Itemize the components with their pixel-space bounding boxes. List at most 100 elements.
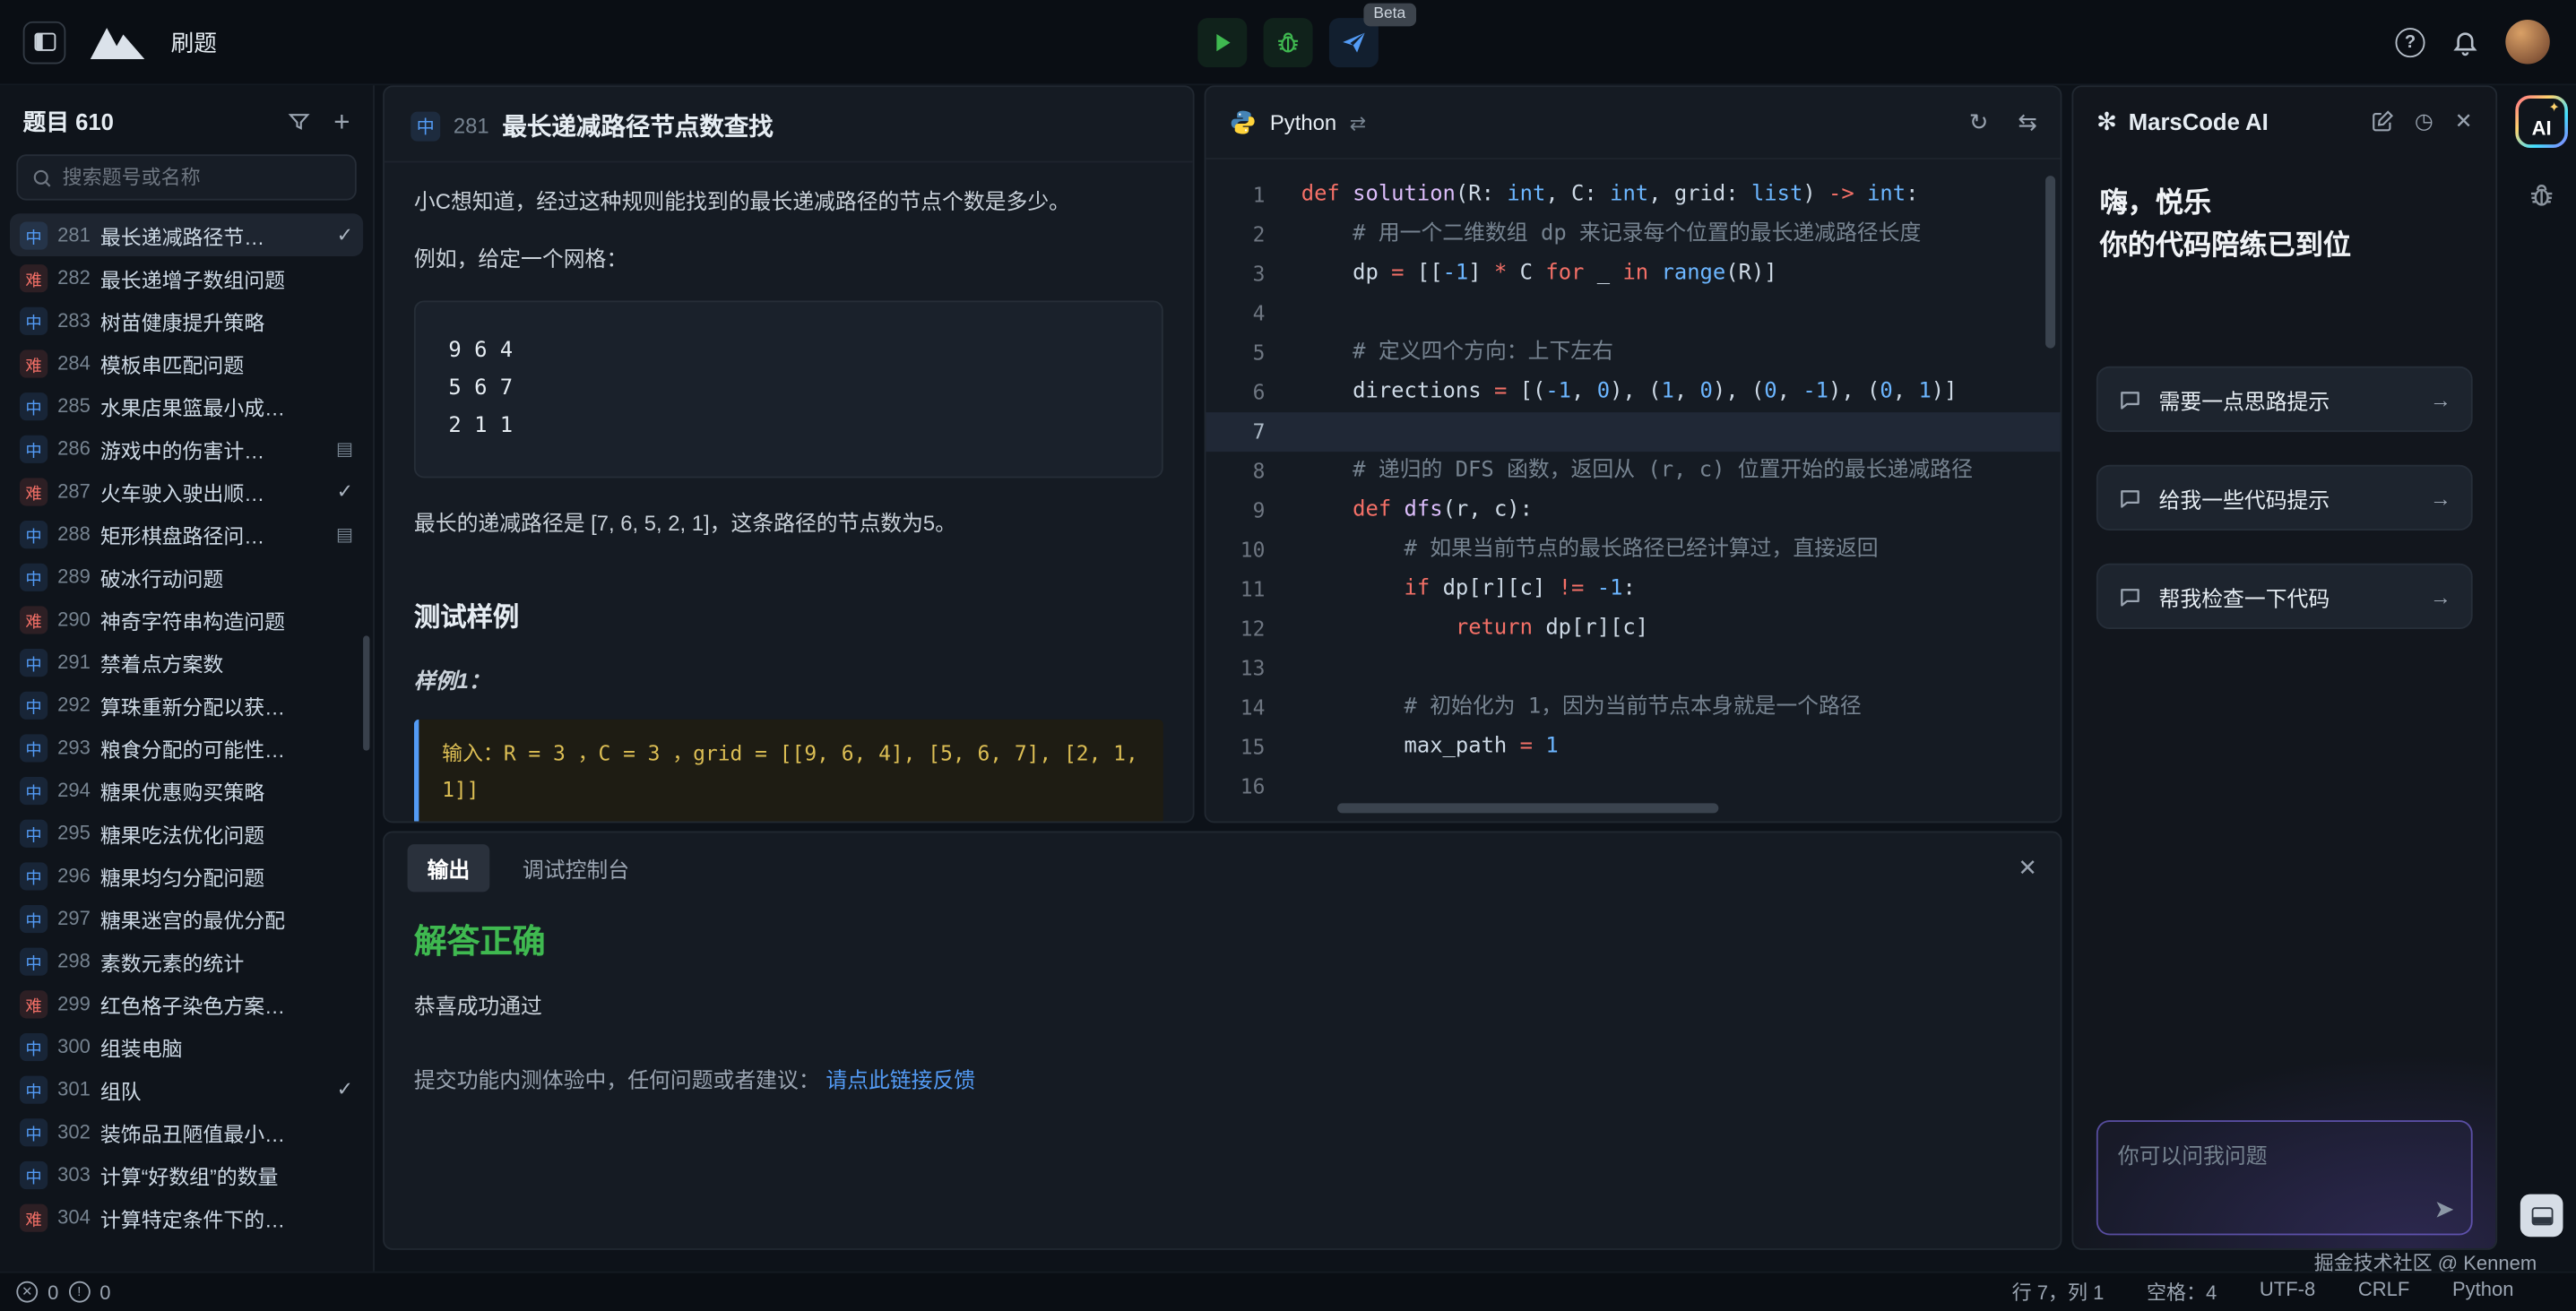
problem-list-item[interactable]: 难299红色格子染色方案… [10,982,363,1025]
problem-list-item[interactable]: 中289破冰行动问题 [10,556,363,599]
code-line[interactable]: 3 dp = [[-1] * C for _ in range(R)] [1206,254,2060,294]
problem-list-item[interactable]: 中288矩形棋盘路径问…▤ [10,513,363,556]
difficulty-badge: 中 [20,306,48,334]
ai-assistant-button[interactable]: ✦ AI [2515,95,2568,148]
status-bar: ✕ 0 ! 0 行 7，列 1 空格：4 UTF-8 CRLF Python [0,1272,2576,1311]
problem-id: 293 [57,736,91,759]
problem-list-item[interactable]: 中292算珠重新分配以获… [10,684,363,727]
close-icon[interactable]: ✕ [2018,853,2037,881]
filter-icon[interactable] [288,110,311,134]
python-icon [1229,108,1257,136]
editor-vertical-scrollbar[interactable] [2045,176,2055,348]
editor-header: Python ⇄ ↻ ⇆ [1206,87,2060,160]
problem-list-item[interactable]: 中295糖果吃法优化问题 [10,812,363,855]
ai-suggestion-card[interactable]: 给我一些代码提示→ [2096,465,2473,530]
send-icon[interactable]: ➤ [2433,1195,2454,1224]
reset-code-icon[interactable]: ↻ [1969,108,1989,136]
problem-title: 最长递减路径节… [100,220,327,251]
problem-header: 中 281 最长递减路径节点数查找 [385,87,1193,162]
code-line[interactable]: 15 max_path = 1 [1206,728,2060,767]
switch-language-icon[interactable]: ⇄ [1350,111,1366,134]
suggestion-label: 帮我检查一下代码 [2159,581,2414,612]
problem-title: 计算特定条件下的… [100,1202,353,1233]
code-line[interactable]: 10 # 如果当前节点的最长路径已经计算过，直接返回 [1206,530,2060,570]
warnings-icon: ! [68,1281,90,1303]
output-tabbar: 输出调试控制台 [408,843,650,891]
sidebar-scrollbar[interactable] [363,635,369,750]
note-icon: ▤ [336,523,353,545]
problem-list-item[interactable]: 难284模板串匹配问题 [10,341,363,384]
code-line[interactable]: 2 # 用一个二维数组 dp 来记录每个位置的最长递减路径长度 [1206,215,2060,254]
problem-list-item[interactable]: 中303计算“好数组”的数量 [10,1153,363,1196]
editor-code[interactable]: 1def solution(R: int, C: int, grid: list… [1206,160,2060,806]
problem-list-item[interactable]: 中283树苗健康提升策略 [10,299,363,342]
code-line[interactable]: 7 [1206,412,2060,452]
check-icon: ✓ [337,223,353,246]
problem-list-item[interactable]: 中302装饰品丑陋值最小… [10,1110,363,1153]
avatar[interactable] [2505,20,2549,64]
difficulty-badge: 难 [20,605,48,633]
ai-suggestion-card[interactable]: 帮我检查一下代码→ [2096,564,2473,629]
encoding[interactable]: UTF-8 [2260,1278,2315,1306]
search-input[interactable] [63,166,342,189]
code-line[interactable]: 14 # 初始化为 1，因为当前节点本身就是一个路径 [1206,688,2060,728]
code-line[interactable]: 4 [1206,294,2060,333]
output-header: 输出调试控制台 ✕ [385,832,2061,901]
debug-tool-icon[interactable] [2527,181,2556,211]
help-icon[interactable]: ? [2396,27,2425,56]
run-button[interactable] [1197,17,1247,66]
problem-list-item[interactable]: 中297糖果迷宫的最优分配 [10,897,363,940]
problem-list-item[interactable]: 中301组队✓ [10,1067,363,1110]
bug-icon [1275,29,1301,55]
result-title: 解答正确 [414,915,2031,962]
eol[interactable]: CRLF [2358,1278,2409,1306]
problem-list-item[interactable]: 中293粮食分配的可能性… [10,726,363,769]
problem-id: 289 [57,565,91,589]
problem-list-item[interactable]: 中286游戏中的伤害计…▤ [10,427,363,470]
code-line[interactable]: 16 [1206,767,2060,806]
problems-indicator[interactable]: ✕ 0 ! 0 [16,1281,110,1304]
problem-list-item[interactable]: 难304计算特定条件下的… [10,1195,363,1238]
problem-list-item[interactable]: 中298素数元素的统计 [10,939,363,982]
code-text [1301,412,2061,452]
notifications-icon[interactable] [2451,28,2479,56]
problem-list-item[interactable]: 难287火车驶入驶出顺…✓ [10,470,363,513]
feedback-link[interactable]: 请点此链接反馈 [826,1067,975,1091]
problem-list-item[interactable]: 难282最长递增子数组问题 [10,256,363,299]
code-line[interactable]: 1def solution(R: int, C: int, grid: list… [1206,176,2060,215]
language-mode[interactable]: Python [2452,1278,2513,1306]
add-problem-icon[interactable]: + [333,108,350,135]
line-number: 7 [1206,412,1301,452]
code-line[interactable]: 12 return dp[r][c] [1206,609,2060,649]
debug-button[interactable] [1264,17,1313,66]
problem-list-item[interactable]: 中291禁着点方案数 [10,641,363,684]
problem-list-item[interactable]: 中281最长递减路径节…✓ [10,213,363,256]
code-line[interactable]: 13 [1206,649,2060,688]
ai-suggestion-card[interactable]: 需要一点思路提示→ [2096,367,2473,432]
editor-horizontal-scrollbar[interactable] [1337,803,1718,813]
problem-list-item[interactable]: 中296糖果均匀分配问题 [10,854,363,897]
close-icon[interactable]: ✕ [2455,108,2473,134]
problem-list-item[interactable]: 中285水果店果篮最小成… [10,384,363,427]
cursor-position[interactable]: 行 7，列 1 [2012,1278,2105,1306]
code-line[interactable]: 8 # 递归的 DFS 函数，返回从 (r, c) 位置开始的最长递减路径 [1206,452,2060,491]
problem-id: 302 [57,1120,91,1143]
search-box[interactable] [16,154,356,200]
panel-icon [2531,1206,2553,1224]
history-icon[interactable]: ◷ [2415,108,2433,134]
toggle-panel-button[interactable] [2520,1195,2563,1238]
new-chat-icon[interactable] [2371,110,2394,134]
output-tab[interactable]: 调试控制台 [503,843,649,891]
ai-input[interactable]: 你可以问我问题 ➤ [2096,1120,2473,1235]
sidebar-toggle-button[interactable] [23,21,66,64]
code-line[interactable]: 6 directions = [(-1, 0), (1, 0), (0, -1)… [1206,373,2060,412]
code-line[interactable]: 5 # 定义四个方向：上下左右 [1206,333,2060,373]
indentation[interactable]: 空格：4 [2147,1278,2217,1306]
format-code-icon[interactable]: ⇆ [2018,108,2037,136]
code-line[interactable]: 9 def dfs(r, c): [1206,491,2060,530]
output-tab[interactable]: 输出 [408,843,490,891]
code-line[interactable]: 11 if dp[r][c] != -1: [1206,570,2060,609]
problem-list-item[interactable]: 难290神奇字符串构造问题 [10,598,363,641]
problem-list-item[interactable]: 中300组装电脑 [10,1025,363,1068]
problem-list-item[interactable]: 中294糖果优惠购买策略 [10,769,363,812]
